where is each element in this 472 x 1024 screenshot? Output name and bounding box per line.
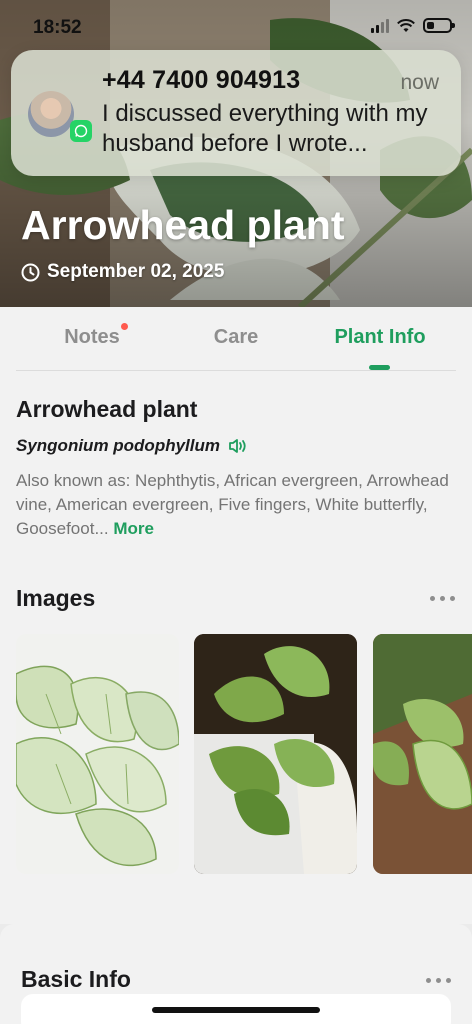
basic-info-more-icon[interactable] <box>426 978 451 983</box>
tab-care[interactable]: Care <box>166 326 306 349</box>
more-link[interactable]: More <box>113 519 154 538</box>
battery-icon <box>423 18 455 33</box>
notification-message: I discussed everything with my husband b… <box>102 100 428 157</box>
images-heading: Images <box>16 585 96 611</box>
plant-common-name: Arrowhead plant <box>16 396 198 422</box>
images-more-icon[interactable] <box>430 596 455 601</box>
also-known-as-text: Also known as: Nephthytis, African everg… <box>16 471 449 538</box>
whatsapp-icon <box>70 120 92 142</box>
wifi-icon <box>397 18 415 32</box>
basic-info-heading: Basic Info <box>21 966 131 992</box>
speaker-icon[interactable] <box>228 438 248 454</box>
scientific-name: Syngonium podophyllum <box>16 436 220 455</box>
status-bar: 18:52 <box>0 0 472 56</box>
scientific-name-row: Syngonium podophyllum <box>16 436 248 456</box>
avatar <box>28 91 74 137</box>
cellular-signal-icon <box>371 18 389 33</box>
notification-time: now <box>400 71 439 94</box>
tab-bar: Notes Care Plant Info <box>0 307 472 372</box>
page-title: Arrowhead plant <box>21 202 345 248</box>
status-time: 18:52 <box>33 17 82 38</box>
home-indicator[interactable] <box>152 1007 320 1013</box>
notification-sender: +44 7400 904913 <box>102 66 301 94</box>
date-label: September 02, 2025 <box>47 261 225 282</box>
plant-image-3[interactable] <box>373 634 472 874</box>
tab-notes[interactable]: Notes <box>22 326 162 349</box>
plant-image-1[interactable] <box>16 634 179 874</box>
also-known-as: Also known as: Nephthytis, African everg… <box>16 469 456 541</box>
plant-info-section: Arrowhead plant Syngonium podophyllum Al… <box>0 372 472 924</box>
plant-image-2[interactable] <box>194 634 357 874</box>
divider <box>16 370 456 371</box>
tab-plant-info[interactable]: Plant Info <box>310 326 450 349</box>
date-row: September 02, 2025 <box>21 261 224 283</box>
notification-banner[interactable]: +44 7400 904913 now I discussed everythi… <box>11 50 461 176</box>
notification-dot <box>121 323 128 330</box>
clock-icon <box>21 263 40 281</box>
